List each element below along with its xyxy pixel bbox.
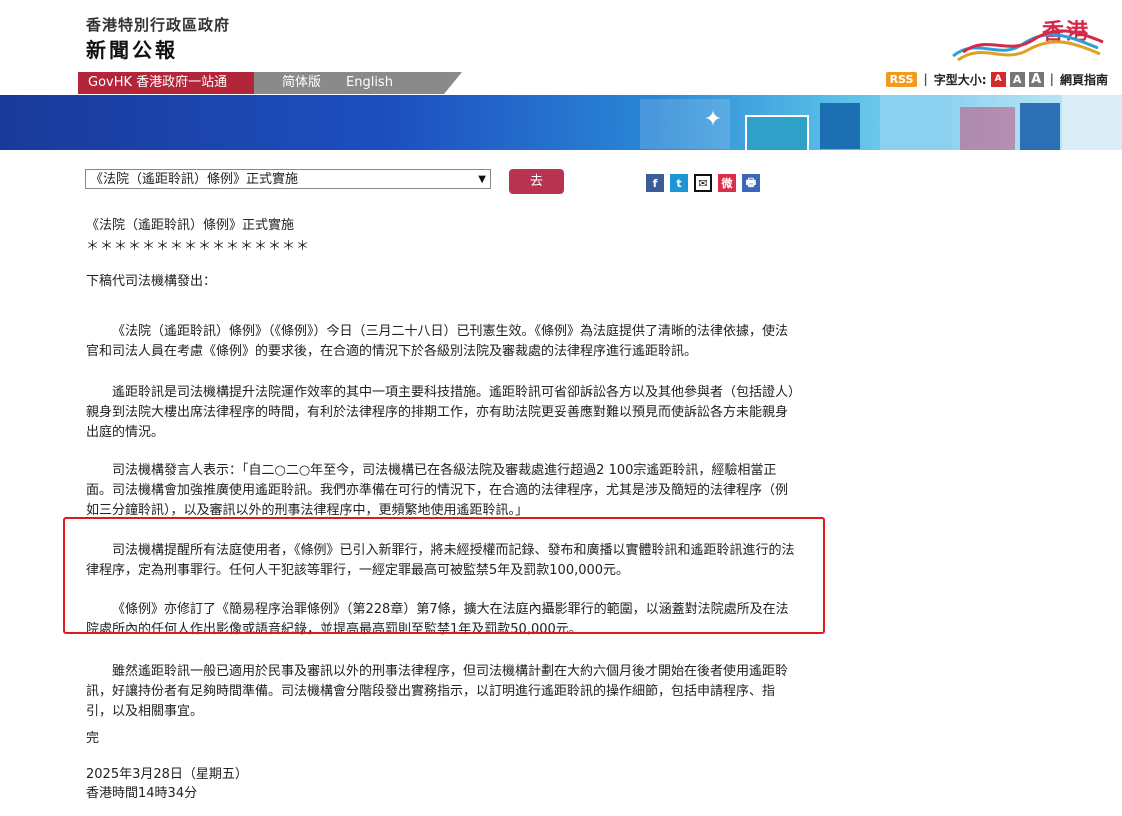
- font-large-button[interactable]: A: [1028, 71, 1044, 87]
- article-date: 2025年3月28日（星期五）: [86, 767, 248, 782]
- font-small-button[interactable]: A: [990, 71, 1006, 87]
- brand-hong-kong-logo[interactable]: 香港: [948, 6, 1108, 66]
- title-stars: ＊＊＊＊＊＊＊＊＊＊＊＊＊＊＊＊: [86, 239, 311, 254]
- twitter-icon[interactable]: t: [670, 174, 688, 192]
- article-paragraph: 雖然遙距聆訊一般已適用於民事及審訊以外的刑事法律程序，但司法機構計劃在大約六個月…: [86, 664, 789, 719]
- dragon-ribbon-icon: [952, 29, 1104, 62]
- header-banner: ✦: [0, 95, 1122, 150]
- article-paragraph: 《法院（遙距聆訊）條例》（《條例》）今日（三月二十八日）已刊憲生效。《條例》為法…: [86, 324, 789, 359]
- gov-name: 香港特別行政區政府: [86, 16, 231, 34]
- separator: |: [923, 72, 928, 86]
- sparkle-icon: ✦: [703, 107, 723, 132]
- email-icon[interactable]: ✉: [694, 174, 712, 192]
- govhk-link[interactable]: GovHK 香港政府一站通: [78, 72, 254, 94]
- nav-arrow: [444, 72, 462, 94]
- press-release-select[interactable]: 《法院（遙距聆訊）條例》正式實施 ▼: [85, 169, 491, 189]
- simplified-chinese-link[interactable]: 简体版: [282, 72, 321, 94]
- font-size-label: 字型大小:: [933, 72, 987, 87]
- weibo-icon[interactable]: 微: [718, 174, 736, 192]
- article-time: 香港時間14時34分: [86, 786, 198, 801]
- web-guide-link[interactable]: 網頁指南: [1060, 71, 1108, 88]
- article-end: 完: [86, 731, 100, 746]
- print-icon[interactable]: 🖶: [742, 174, 760, 192]
- separator: |: [1049, 72, 1054, 86]
- font-medium-button[interactable]: A: [1009, 71, 1025, 87]
- article-lead: 下稿代司法機構發出：: [86, 274, 217, 289]
- go-button[interactable]: 去: [509, 169, 564, 194]
- language-bar: 简体版 English: [254, 72, 444, 94]
- english-link[interactable]: English: [346, 72, 393, 94]
- rss-button[interactable]: RSS: [885, 71, 918, 87]
- facebook-icon[interactable]: f: [646, 174, 664, 192]
- article-paragraph: 遙距聆訊是司法機構提升法院運作效率的其中一項主要科技措施。遙距聆訊可省卻訴訟各方…: [86, 385, 795, 440]
- tools-bar: RSS | 字型大小: A A A | 網頁指南: [885, 70, 1108, 88]
- select-value: 《法院（遙距聆訊）條例》正式實施: [90, 172, 299, 187]
- chevron-down-icon: ▼: [478, 174, 486, 185]
- article-title: 《法院（遙距聆訊）條例》正式實施: [86, 218, 295, 233]
- share-bar: f t ✉ 微 🖶: [646, 174, 760, 192]
- site-name[interactable]: 新聞公報: [86, 34, 178, 63]
- article-paragraph: 司法機構發言人表示：「自二○二○年至今，司法機構已在各級法院及審裁處進行超過2 …: [86, 463, 789, 518]
- highlight-box: [63, 517, 825, 634]
